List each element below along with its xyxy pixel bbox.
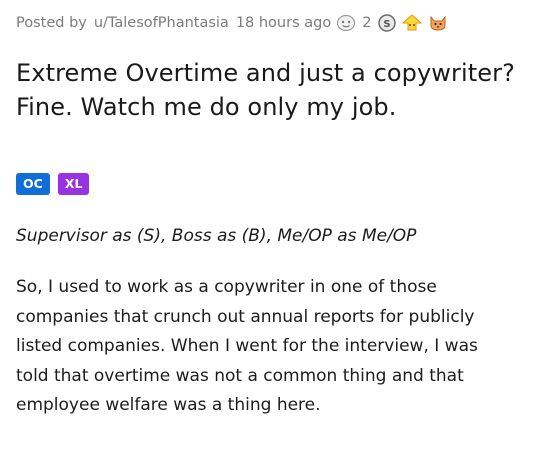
upvote-award-icon[interactable] xyxy=(401,14,423,32)
flair-oc[interactable]: OC xyxy=(16,173,50,195)
silver-award-icon[interactable]: S xyxy=(378,14,397,32)
award-count: 2 xyxy=(362,15,372,31)
post-body: So, I used to work as a copywriter in on… xyxy=(16,277,478,415)
posted-by-label: Posted by xyxy=(16,15,87,31)
post-subtitle: Supervisor as (S), Boss as (B), Me/OP as… xyxy=(16,226,417,246)
flair-list: OC XL xyxy=(16,173,90,195)
post-time[interactable]: 18 hours ago xyxy=(236,15,331,31)
cat-award-icon[interactable] xyxy=(428,14,448,32)
flair-xl[interactable]: XL xyxy=(57,173,90,195)
svg-text:S: S xyxy=(384,19,391,30)
helpful-award-icon[interactable] xyxy=(336,14,356,32)
post-title[interactable]: Extreme Overtime and just a copywriter? … xyxy=(16,56,521,124)
username-link[interactable]: u/TalesofPhantasia xyxy=(94,15,229,31)
post-container: Posted by u/TalesofPhantasia 18 hours ag… xyxy=(0,0,537,475)
post-meta: Posted by u/TalesofPhantasia 18 hours ag… xyxy=(16,12,448,34)
